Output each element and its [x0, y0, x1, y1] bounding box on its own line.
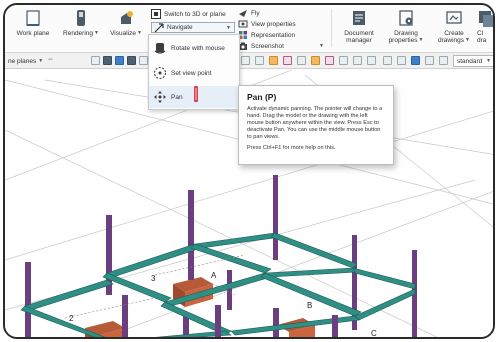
chevron-down-icon[interactable]: ▼: [319, 43, 324, 49]
text-cursor-icon: [194, 86, 198, 102]
document-manager-label: Document: [344, 30, 374, 37]
screenshot-button[interactable]: Screenshot: [238, 41, 284, 51]
ribbon: Work plane Rendering ▼ Visualize ▼ Switch …: [5, 5, 493, 53]
rotate-icon: [154, 43, 166, 54]
navigate-icon: [154, 22, 164, 32]
snap-center-icon[interactable]: [353, 56, 362, 65]
pan-icon: [154, 91, 166, 103]
rendering-button[interactable]: Rendering ▼: [61, 9, 101, 37]
snap-perpendicular-icon[interactable]: [339, 56, 348, 65]
grid-label-3: 3: [151, 274, 156, 283]
plane-icon[interactable]: [383, 56, 392, 65]
switch-view-icon: [151, 9, 161, 19]
ribbon-separator: [331, 9, 332, 47]
snap-tangent-icon[interactable]: [367, 56, 376, 65]
app-window: Work plane Rendering ▼ Visualize ▼ Switch …: [3, 3, 495, 339]
snap-end-icon[interactable]: [255, 56, 264, 65]
menu-item-label: Rotate with mouse: [171, 44, 225, 52]
document-manager-label-2: manager: [346, 37, 372, 44]
visualize-label: Visualize: [110, 30, 136, 37]
screenshot-label: Screenshot: [251, 42, 284, 50]
menu-item-label: Pan: [171, 93, 183, 101]
drawing-properties-label: Drawing: [394, 30, 418, 37]
drawing-properties-icon: [399, 10, 413, 26]
clone-drawing-icon: [479, 11, 493, 27]
standard-select-value: standard: [457, 57, 483, 65]
drawing-properties-label-2: properties: [388, 37, 418, 44]
create-drawings-label-2: drawings: [438, 37, 465, 44]
clone-drawing-label-2: dra: [477, 37, 487, 44]
tooltip-help: Press Ctrl+F1 for more help on this.: [247, 145, 336, 151]
document-manager-icon: [353, 11, 365, 25]
navigate-dropdown[interactable]: Navigate ▼: [151, 22, 235, 33]
snap-icon[interactable]: [241, 56, 250, 65]
chevron-down-icon: ▼: [38, 57, 44, 64]
visualize-button[interactable]: Visualize ▼: [108, 9, 144, 37]
select-part-icon[interactable]: [115, 56, 124, 65]
swap-icon[interactable]: ⇔: [47, 56, 54, 63]
menu-item-set-view-point[interactable]: Set view point: [149, 62, 239, 84]
drawing-properties-button[interactable]: Drawing properties ▼: [386, 9, 426, 44]
grid-label-a: A: [211, 271, 217, 280]
work-plane-label: Work plane: [16, 30, 50, 37]
clone-drawing-button[interactable]: Cl dra: [477, 9, 493, 44]
menu-item-label: Set view point: [171, 69, 212, 77]
grid-label-b: B: [307, 301, 312, 310]
snap-nearest-icon[interactable]: [325, 56, 334, 65]
fly-button[interactable]: Fly: [238, 8, 260, 18]
create-drawings-button[interactable]: Create drawings ▼: [435, 9, 473, 44]
chevron-down-icon: ▼: [486, 57, 491, 64]
grid-label-c: C: [371, 329, 377, 338]
chevron-down-icon: ▼: [226, 24, 231, 31]
fly-icon: [239, 10, 247, 17]
selection-toolbar: ne planes ▼ ⇔ standard ▼: [5, 53, 493, 69]
chevron-down-icon: ▼: [94, 30, 99, 36]
snap-mid-icon[interactable]: [269, 56, 278, 65]
navigate-label: Navigate: [167, 24, 193, 31]
chevron-down-icon: ▼: [465, 37, 470, 43]
grid-label-2: 2: [69, 314, 74, 323]
view-point-icon: [153, 66, 167, 80]
planes-select-value: ne planes: [8, 57, 37, 65]
direction-icon[interactable]: [397, 56, 406, 65]
document-manager-button[interactable]: Document manager: [339, 9, 379, 44]
view-properties-icon: [238, 20, 248, 28]
work-area-icon[interactable]: [425, 56, 434, 65]
view-properties-button[interactable]: View properties: [238, 19, 296, 29]
clone-drawing-label: Cl: [477, 30, 484, 37]
rendering-label: Rendering: [63, 30, 94, 37]
snap-point-icon[interactable]: [311, 56, 320, 65]
planes-select[interactable]: ne planes ▼: [5, 55, 46, 67]
representation-button[interactable]: Representation: [238, 30, 295, 40]
grid-snap-icon[interactable]: [411, 56, 420, 65]
snap-extension-icon[interactable]: [297, 56, 306, 65]
work-plane-icon: [26, 10, 40, 26]
snap-line-icon[interactable]: [283, 56, 292, 65]
switch-3d-plane-label: Switch to 3D or plane: [164, 10, 226, 18]
tooltip-body: Activate dynamic panning. The pointer wi…: [247, 106, 383, 140]
tooltip-title: Pan (P): [247, 92, 277, 102]
switch-3d-plane-button[interactable]: Switch to 3D or plane: [151, 9, 226, 19]
visualize-icon: [121, 11, 133, 24]
create-drawings-label: Create: [444, 30, 464, 37]
view-properties-label: View properties: [251, 20, 296, 28]
select-grid-icon[interactable]: [139, 56, 148, 65]
chevron-down-icon: ▼: [136, 30, 142, 36]
rendering-icon: [77, 10, 85, 26]
representation-label: Representation: [251, 31, 296, 39]
select-assembly-icon[interactable]: [127, 56, 136, 65]
select-component-icon[interactable]: [103, 56, 112, 65]
measure-icon[interactable]: [439, 56, 448, 65]
fly-label: Fly: [251, 9, 260, 17]
pan-tooltip: Pan (P) Activate dynamic panning. The po…: [238, 85, 394, 165]
standard-select[interactable]: standard ▼: [453, 55, 493, 67]
select-tool-icon[interactable]: [91, 56, 100, 65]
chevron-down-icon: ▼: [418, 37, 424, 43]
menu-item-rotate-with-mouse[interactable]: Rotate with mouse: [149, 37, 239, 59]
work-plane-button[interactable]: Work plane: [13, 9, 53, 37]
create-drawings-icon: [446, 11, 462, 24]
